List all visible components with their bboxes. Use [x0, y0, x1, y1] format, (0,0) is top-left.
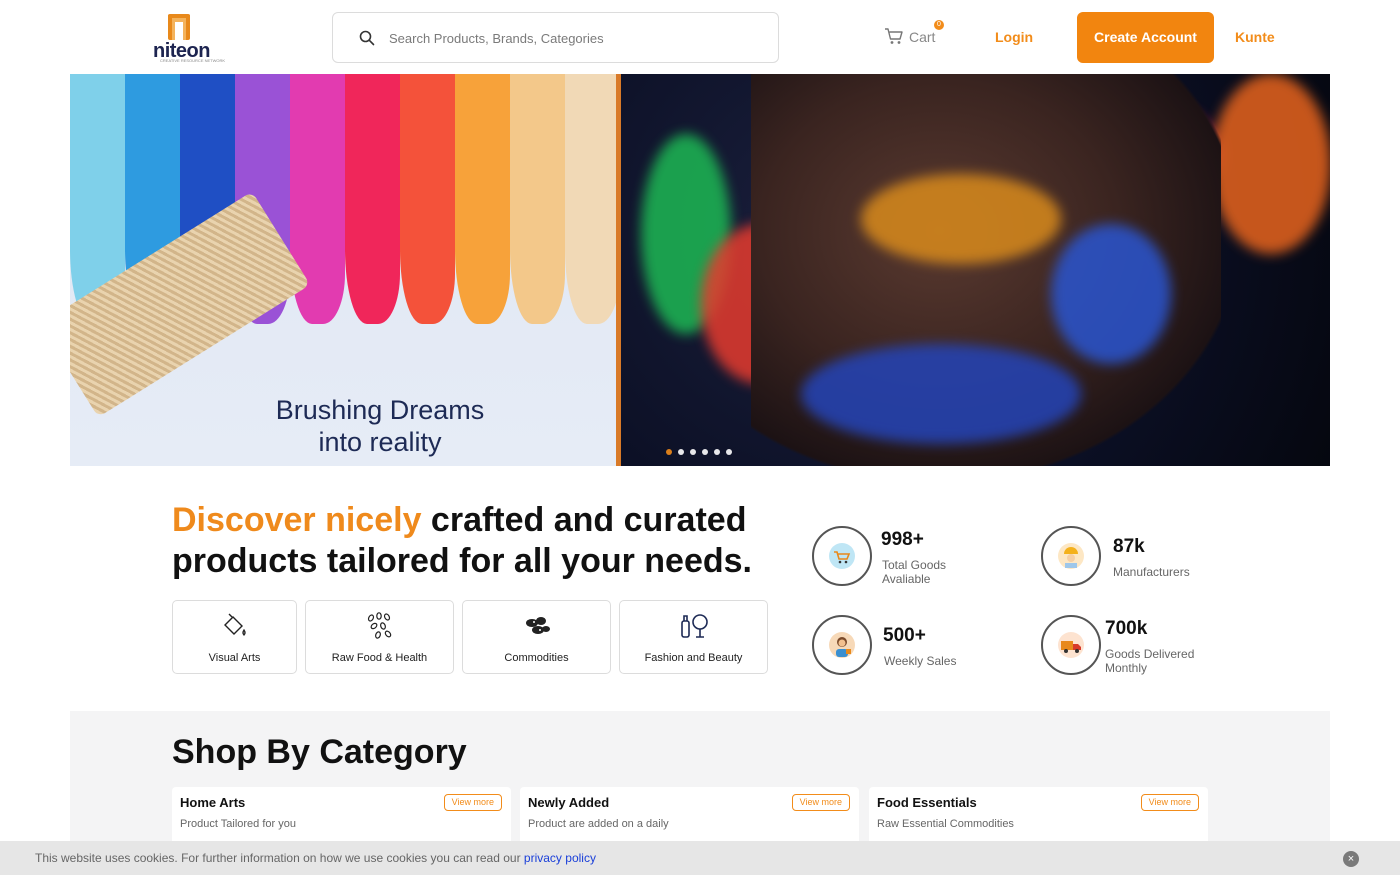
shopper-icon	[829, 632, 855, 658]
category-label: Visual Arts	[208, 652, 261, 664]
carousel-dot[interactable]	[726, 449, 732, 455]
hero-banner[interactable]: Brushing Dreams into reality	[70, 74, 1330, 466]
stat-value: 700k	[1105, 618, 1148, 639]
carousel-dot[interactable]	[678, 449, 684, 455]
stat-icon-circle	[812, 615, 872, 675]
banner-title-line1: Brushing Dreams	[275, 395, 485, 425]
stat-icon-circle	[812, 526, 872, 586]
card-subtitle: Product Tailored for you	[180, 818, 296, 830]
card-title: Food Essentials	[877, 795, 977, 810]
category-label: Fashion and Beauty	[644, 652, 743, 664]
banner-title-line2: into reality	[318, 427, 442, 457]
stat-value: 998+	[881, 529, 924, 550]
category-tiles: Visual Arts Raw Food & Health Commoditie…	[172, 600, 768, 674]
section-title: Shop By Category	[172, 733, 467, 771]
carousel-dots	[666, 449, 732, 455]
cookie-text: This website uses cookies. For further i…	[35, 851, 521, 865]
cookie-banner: This website uses cookies. For further i…	[0, 841, 1400, 875]
cart-label: Cart	[909, 29, 936, 45]
cosmetics-mirror-icon	[680, 614, 708, 638]
stat-value: 500+	[883, 625, 926, 646]
search-bar	[332, 12, 779, 63]
category-card-food-essentials[interactable]: Food Essentials Raw Essential Commoditie…	[869, 787, 1208, 847]
hero-headline: Discover nicely crafted and curated prod…	[172, 500, 772, 582]
delivery-truck-icon	[1058, 632, 1084, 658]
cookie-message: This website uses cookies. For further i…	[35, 851, 596, 865]
stat-label: Manufacturers	[1113, 565, 1190, 579]
cart-count-badge: 0	[934, 20, 944, 30]
view-more-button[interactable]: View more	[791, 794, 850, 811]
stat-goods-delivered: 700k Goods Delivered Monthly	[1041, 615, 1241, 679]
create-account-button[interactable]: Create Account	[1077, 12, 1214, 63]
shopping-cart-icon	[829, 543, 855, 569]
carousel-dot[interactable]	[690, 449, 696, 455]
stat-label: Total Goods Avaliable	[882, 558, 947, 586]
carousel-dot[interactable]	[702, 449, 708, 455]
view-more-button[interactable]: View more	[443, 794, 502, 811]
banner-title: Brushing Dreams into reality	[265, 394, 495, 458]
hero-headline-accent: Discover nicely	[172, 501, 422, 539]
stat-icon-circle	[1041, 615, 1101, 675]
search-input[interactable]	[389, 27, 759, 49]
user-name-link[interactable]: Kunte	[1235, 29, 1275, 45]
stat-total-goods: 998+ Total Goods Avaliable	[812, 526, 1012, 590]
cocoa-beans-icon	[525, 617, 550, 634]
stat-value: 87k	[1113, 536, 1145, 557]
category-fashion-beauty[interactable]: Fashion and Beauty	[619, 600, 768, 674]
category-raw-food-health[interactable]: Raw Food & Health	[305, 600, 454, 674]
card-subtitle: Product are added on a daily	[528, 818, 669, 830]
shopping-cart-icon	[885, 28, 903, 44]
logo-mark-icon	[168, 14, 190, 40]
close-icon[interactable]: ×	[1343, 851, 1359, 867]
banner-slide-left: Brushing Dreams into reality	[70, 74, 620, 466]
view-more-button[interactable]: View more	[1140, 794, 1199, 811]
category-label: Raw Food & Health	[331, 652, 428, 664]
logo-tagline: CREATIVE RESOURCE NETWORK	[160, 58, 226, 63]
stat-manufacturers: 87k Manufacturers	[1041, 526, 1241, 590]
card-title: Home Arts	[180, 795, 246, 810]
banner-slide-right	[616, 74, 1330, 466]
category-card-newly-added[interactable]: Newly Added Product are added on a daily…	[520, 787, 859, 847]
stat-weekly-sales: 500+ Weekly Sales	[812, 615, 1012, 679]
login-link[interactable]: Login	[995, 29, 1033, 45]
site-header: niteon CREATIVE RESOURCE NETWORK Cart 0 …	[0, 0, 1400, 74]
grains-icon	[367, 612, 391, 639]
worker-icon	[1058, 543, 1084, 569]
niteon-logo[interactable]: niteon CREATIVE RESOURCE NETWORK	[150, 14, 225, 63]
category-commodities[interactable]: Commodities	[462, 600, 611, 674]
stat-icon-circle	[1041, 526, 1101, 586]
stat-label: Goods Delivered Monthly	[1105, 647, 1195, 675]
carousel-dot[interactable]	[714, 449, 720, 455]
carousel-dot[interactable]	[666, 449, 672, 455]
category-card-home-arts[interactable]: Home Arts Product Tailored for you View …	[172, 787, 511, 847]
card-title: Newly Added	[528, 795, 610, 810]
stat-label: Weekly Sales	[884, 654, 957, 668]
category-label: Commodities	[504, 652, 569, 664]
privacy-policy-link[interactable]: privacy policy	[524, 851, 596, 865]
category-visual-arts[interactable]: Visual Arts	[172, 600, 297, 674]
paint-bucket-icon	[223, 613, 246, 636]
card-subtitle: Raw Essential Commodities	[877, 818, 1014, 830]
search-icon	[359, 30, 375, 46]
